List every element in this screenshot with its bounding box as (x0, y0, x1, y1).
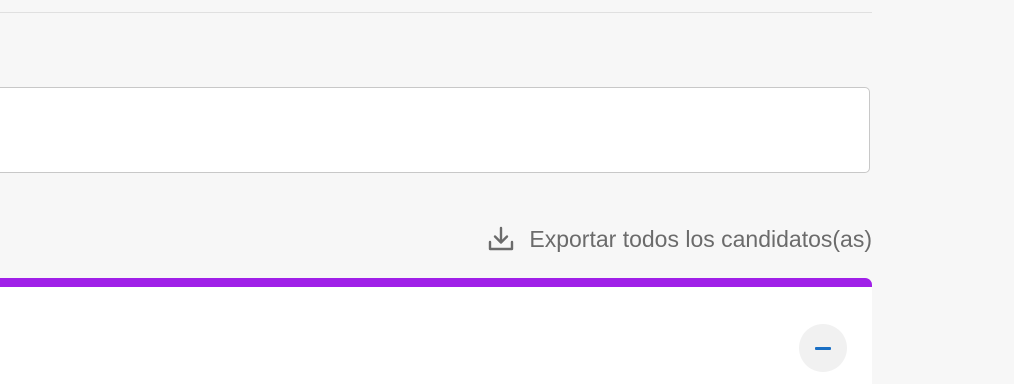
collapse-button[interactable] (799, 324, 847, 372)
minus-icon (815, 346, 831, 350)
page: Exportar todos los candidatos(as) (0, 0, 1014, 384)
download-icon (487, 225, 515, 253)
search-input[interactable] (0, 87, 870, 173)
divider (0, 12, 872, 13)
candidate-card (0, 278, 872, 384)
export-all-candidates-label: Exportar todos los candidatos(as) (529, 226, 872, 252)
export-all-candidates-link[interactable]: Exportar todos los candidatos(as) (487, 224, 872, 254)
